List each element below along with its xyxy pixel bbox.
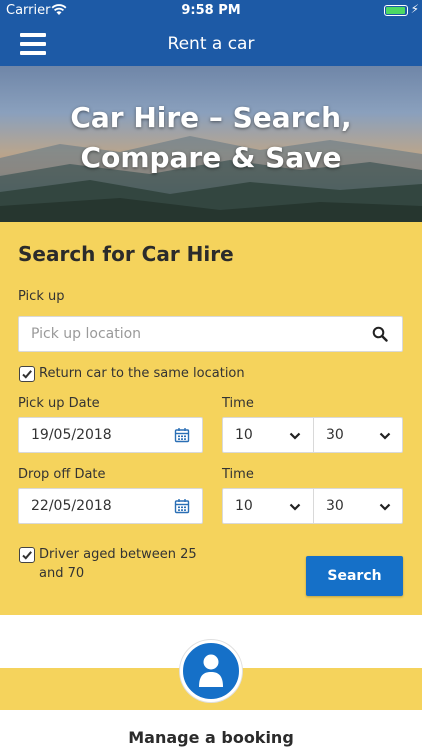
dropoff-time-label: Time: [222, 467, 254, 482]
chevron-down-icon: [379, 432, 391, 440]
pickup-location-placeholder: Pick up location: [31, 326, 142, 342]
hero-banner: Car Hire – Search, Compare & Save: [0, 66, 422, 222]
dropoff-minute-select[interactable]: 30: [314, 489, 403, 523]
status-bar: Carrier 9:58 PM ⚡: [0, 0, 422, 22]
dropoff-date-value: 22/05/2018: [31, 498, 112, 514]
search-icon[interactable]: [372, 326, 388, 342]
pickup-date-value: 19/05/2018: [31, 427, 112, 443]
manage-booking-avatar[interactable]: [180, 640, 242, 702]
search-panel-title: Search for Car Hire: [18, 242, 234, 266]
hero-title: Car Hire – Search, Compare & Save: [70, 101, 352, 174]
calendar-icon[interactable]: [174, 427, 190, 443]
chevron-down-icon: [379, 503, 391, 511]
search-button[interactable]: Search: [306, 556, 403, 596]
dropoff-hour-value: 10: [235, 498, 253, 514]
pickup-date-label: Pick up Date: [18, 396, 100, 411]
chevron-down-icon: [289, 432, 301, 440]
clock: 9:58 PM: [181, 3, 241, 18]
page-title: Rent a car: [167, 34, 255, 54]
checkmark-icon: [22, 370, 32, 379]
charging-icon: ⚡: [410, 2, 419, 16]
pickup-date-field[interactable]: 19/05/2018: [18, 417, 203, 453]
search-panel: Search for Car Hire Pick up Pick up loca…: [0, 222, 422, 615]
dropoff-date-field[interactable]: 22/05/2018: [18, 488, 203, 524]
pickup-hour-value: 10: [235, 427, 253, 443]
driver-age-label: Driver aged between 25 and 70: [39, 547, 197, 581]
pickup-hour-select[interactable]: 10: [223, 418, 313, 452]
pickup-minute-select[interactable]: 30: [314, 418, 403, 452]
dropoff-time-field: 10 30: [222, 488, 403, 524]
driver-age-checkbox[interactable]: [19, 547, 35, 563]
dropoff-minute-value: 30: [326, 498, 344, 514]
chevron-down-icon: [289, 503, 301, 511]
return-same-location-checkbox[interactable]: [19, 366, 35, 382]
user-icon: [199, 654, 223, 687]
return-same-location-label: Return car to the same location: [39, 366, 245, 381]
calendar-icon[interactable]: [174, 498, 190, 514]
battery-icon: [384, 5, 408, 16]
dropoff-hour-select[interactable]: 10: [223, 489, 313, 523]
dropoff-date-label: Drop off Date: [18, 467, 106, 482]
checkmark-icon: [22, 551, 32, 560]
pickup-label: Pick up: [18, 289, 65, 304]
manage-booking-section[interactable]: Manage a booking: [0, 710, 422, 750]
pickup-time-field: 10 30: [222, 417, 403, 453]
pickup-location-input[interactable]: Pick up location: [18, 316, 403, 352]
pickup-time-label: Time: [222, 396, 254, 411]
pickup-minute-value: 30: [326, 427, 344, 443]
nav-bar: Rent a car: [0, 22, 422, 66]
manage-booking-title: Manage a booking: [128, 728, 294, 747]
